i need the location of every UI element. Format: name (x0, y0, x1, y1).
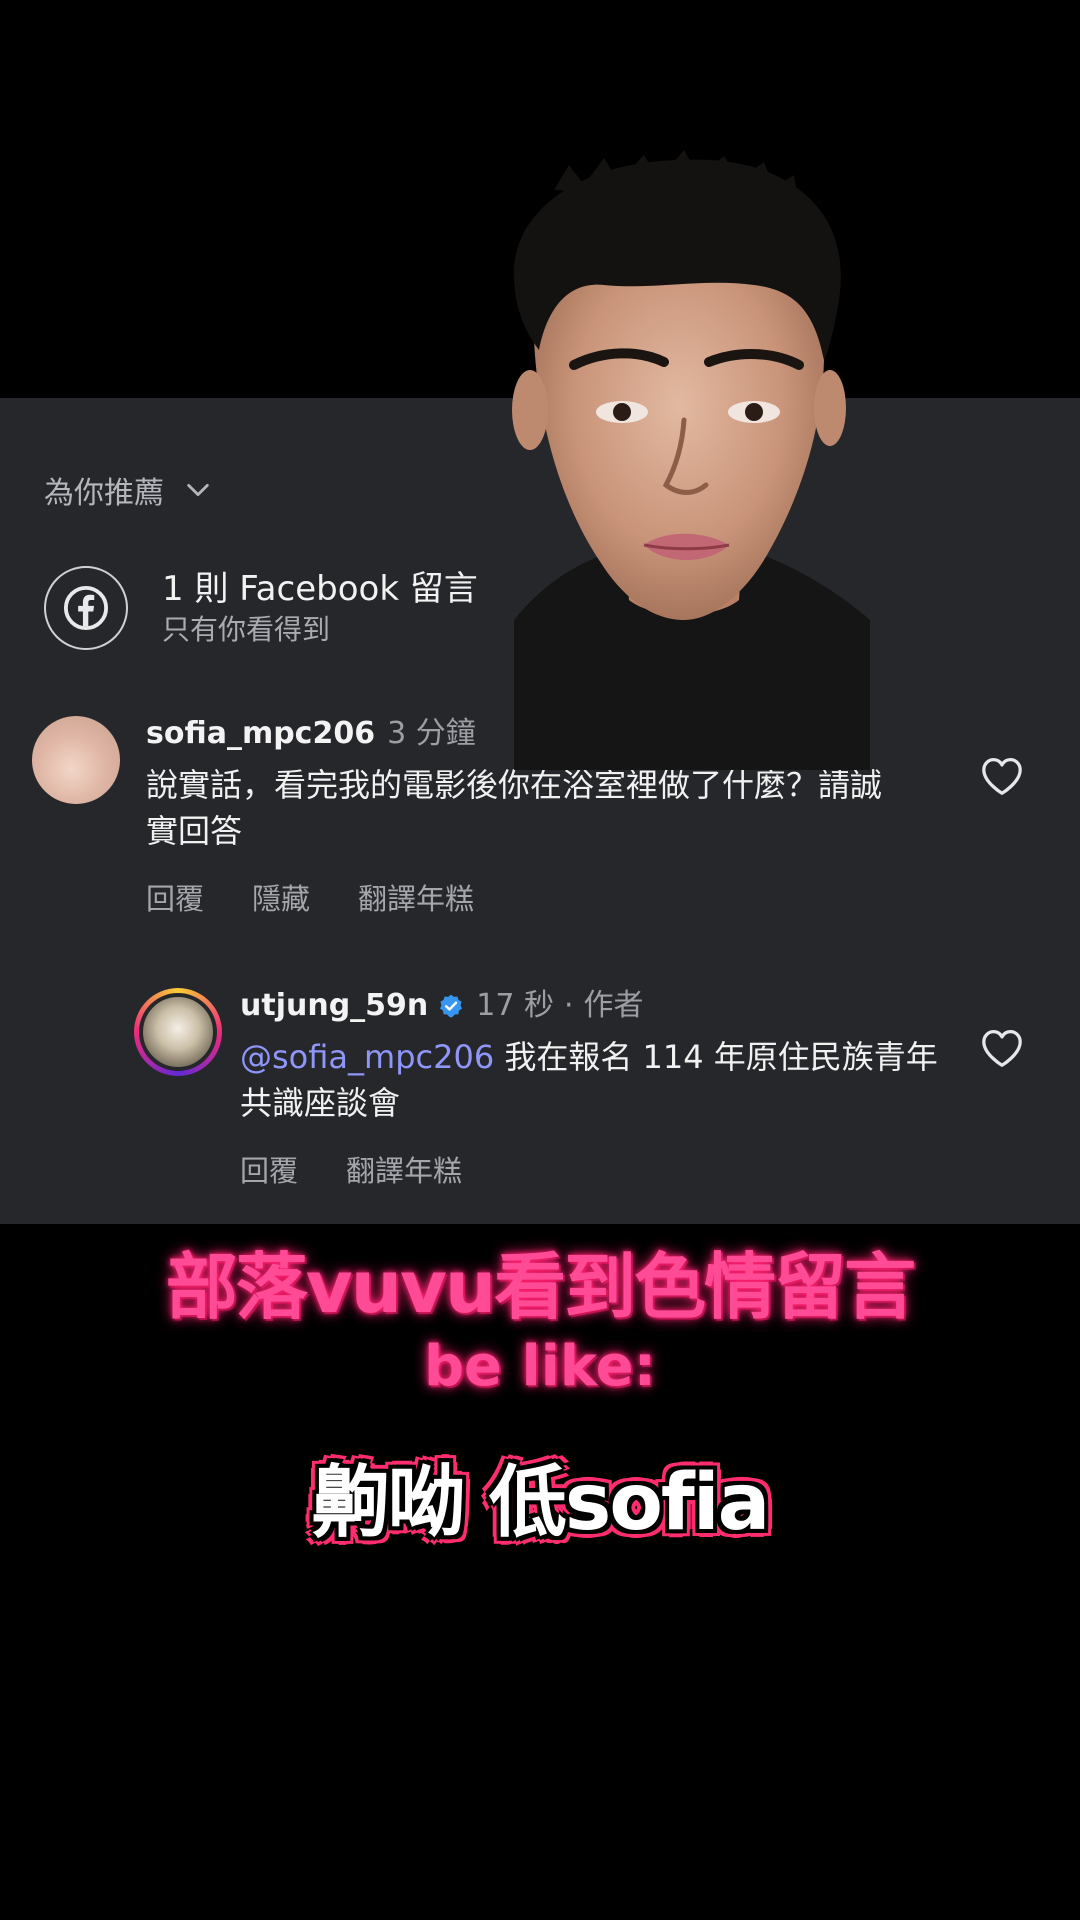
reply-username[interactable]: utjung_59n (240, 984, 428, 1028)
reply-button[interactable]: 回覆 (240, 1148, 298, 1190)
facebook-notice-subtitle: 只有你看得到 (162, 613, 331, 646)
meta-separator: · (564, 988, 574, 1023)
facebook-notice-title: 1 則 Facebook 留言 (162, 569, 478, 609)
heart-icon[interactable] (980, 1028, 1024, 1068)
caption-line-3: 齁呦 低sofia (311, 1458, 770, 1548)
heart-icon[interactable] (980, 756, 1024, 796)
avatar-story-ring[interactable] (134, 988, 222, 1076)
hide-button[interactable]: 隱藏 (252, 876, 310, 918)
comment-filter-dropdown[interactable]: 為你推薦 (44, 468, 212, 512)
reply-text: @sofia_mpc206 我在報名 114 年原住民族青年共識座談會 (240, 1034, 940, 1126)
comment-username[interactable]: sofia_mpc206 (146, 712, 375, 756)
person-cutout (512, 150, 870, 770)
chevron-down-icon (187, 483, 209, 497)
author-tag: 作者 (583, 988, 644, 1023)
verified-badge-icon (440, 994, 463, 1018)
caption-line-2: be like: (423, 1334, 657, 1399)
translate-button[interactable]: 翻譯年糕 (358, 876, 474, 918)
caption-line-1: 部落vuvu看到色情留言 (165, 1245, 916, 1329)
avatar (139, 993, 217, 1071)
filter-label: 為你推薦 (44, 476, 164, 511)
facebook-icon (44, 566, 128, 650)
comment-time: 3 分鐘 (387, 716, 476, 751)
reply-item: utjung_59n 17 秒 · 作者 @sofia_mpc206 我在報名 … (240, 984, 940, 1190)
mention-link[interactable]: @sofia_mpc206 (240, 1038, 494, 1076)
avatar[interactable] (32, 716, 120, 804)
reply-button[interactable]: 回覆 (146, 876, 204, 918)
translate-button[interactable]: 翻譯年糕 (346, 1148, 462, 1190)
comment-text: 說實話，看完我的電影後你在浴室裡做了什麼？請誠實回答 (146, 766, 883, 850)
reply-time: 17 秒 (476, 988, 554, 1023)
facebook-comments-notice[interactable]: 1 則 Facebook 留言 只有你看得到 (44, 566, 478, 650)
